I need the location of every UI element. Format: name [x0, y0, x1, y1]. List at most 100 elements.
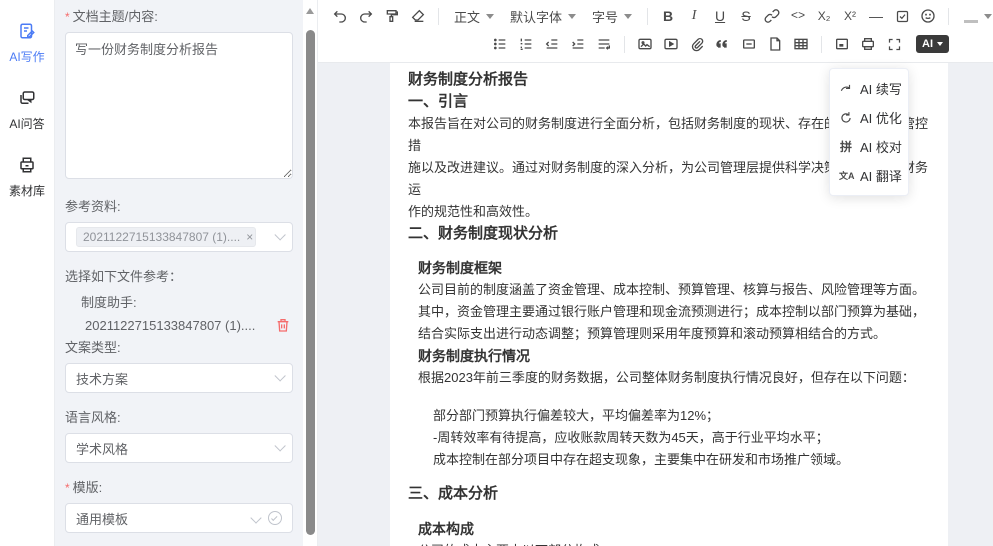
- doc-block-h2: 成本构成: [408, 518, 932, 540]
- reference-label: 参考资料:: [65, 196, 293, 215]
- menu-item-ai-proofread[interactable]: 拼 AI 校对: [830, 132, 908, 161]
- doc-block-p2: 公司目前的制度涵盖了资金管理、成本控制、预算管理、核算与报告、风险管理等方面。其…: [408, 279, 932, 345]
- undo-button[interactable]: [328, 4, 352, 28]
- eraser-button[interactable]: [406, 4, 430, 28]
- bold-button[interactable]: B: [656, 4, 680, 28]
- doc-line: 二、财务制度现状分析: [408, 223, 932, 245]
- doc-block-li: 部分部门预算执行偏差较大，平均偏差率为12%；: [408, 405, 932, 427]
- snippet-button[interactable]: [763, 32, 787, 56]
- toolbar-separator: [438, 8, 439, 25]
- nav-rail: AI写作 AI问答 素材库: [0, 0, 55, 546]
- doc-edit-icon: [18, 22, 36, 45]
- scroll-up-icon[interactable]: [306, 8, 314, 14]
- subscript-button[interactable]: X₂: [812, 4, 836, 28]
- font-family-select[interactable]: 默认字体: [503, 4, 583, 28]
- sidebar-item-label: 素材库: [9, 182, 45, 199]
- chat-icon: [18, 89, 36, 112]
- doc-line: 根据2023年前三季度的财务数据，公司整体财务制度执行情况良好，但存在以下问题：: [418, 367, 932, 389]
- sidebar-item-ai-writing[interactable]: AI写作: [9, 22, 44, 65]
- page-setup-button[interactable]: [830, 32, 854, 56]
- template-select[interactable]: 通用模板: [65, 503, 293, 533]
- toolbar-separator: [948, 8, 949, 25]
- insert-image-button[interactable]: [633, 32, 657, 56]
- chevron-down-icon: [568, 14, 576, 19]
- toolbar-separator: [624, 36, 625, 53]
- sidebar-item-label: AI写作: [9, 48, 44, 65]
- underline-button[interactable]: U: [708, 4, 732, 28]
- trash-icon[interactable]: [275, 317, 291, 333]
- menu-item-ai-continue[interactable]: AI 续写: [830, 74, 908, 103]
- font-size-select[interactable]: 字号: [585, 4, 639, 28]
- doc-block-h2: 财务制度执行情况: [408, 345, 932, 367]
- chevron-down-icon: [274, 440, 285, 451]
- doc-block-h1: 三、成本分析: [408, 483, 932, 505]
- print-button[interactable]: [856, 32, 880, 56]
- continue-icon: [839, 82, 853, 96]
- attachment-button[interactable]: [685, 32, 709, 56]
- indent-button[interactable]: [566, 32, 590, 56]
- chevron-down-icon: [624, 14, 632, 19]
- paragraph-style-select[interactable]: 正文: [447, 4, 501, 28]
- optimize-icon: [839, 111, 853, 125]
- template-label: *模版:: [65, 477, 293, 496]
- language-style-value: 学术风格: [76, 439, 128, 458]
- horizontal-rule-button[interactable]: —: [864, 4, 888, 28]
- highlight-color-button[interactable]: [957, 4, 993, 28]
- chevron-down-icon: [984, 14, 992, 19]
- chevron-down-icon: [937, 42, 943, 46]
- doc-line: 财务制度框架: [418, 257, 932, 279]
- divider-button[interactable]: [737, 32, 761, 56]
- tag-close-icon[interactable]: ×: [246, 230, 253, 244]
- outdent-button[interactable]: [540, 32, 564, 56]
- redo-button[interactable]: [354, 4, 378, 28]
- scrollbar-thumb[interactable]: [306, 30, 315, 535]
- doc-line: 作的规范性和高效性。: [408, 201, 932, 223]
- file-name: 2021122715133847807 (1)....: [85, 318, 275, 333]
- fullscreen-button[interactable]: [882, 32, 906, 56]
- toolbar-row-1: 正文 默认字体 字号 B I U S <> X₂ X² —: [328, 2, 993, 30]
- line-spacing-button[interactable]: [592, 32, 616, 56]
- library-icon: [18, 156, 36, 179]
- template-status-icon: [268, 511, 282, 525]
- ordered-list-button[interactable]: [514, 32, 538, 56]
- file-reference-label: 选择如下文件参考：: [65, 266, 293, 285]
- highlighter-icon: [964, 10, 978, 23]
- doc-line: 公司的成本主要由以下部分构成：: [418, 540, 932, 546]
- menu-item-ai-translate[interactable]: 文A AI 翻译: [830, 161, 908, 190]
- doc-line: 结合实际支出进行动态调整；预算管理则采用年度预算和滚动预算相结合的方式。: [418, 323, 932, 345]
- format-painter-button[interactable]: [380, 4, 404, 28]
- topic-input[interactable]: 写一份财务制度分析报告: [65, 32, 293, 179]
- link-button[interactable]: [760, 4, 784, 28]
- doc-type-value: 技术方案: [76, 369, 128, 388]
- bullet-list-button[interactable]: [488, 32, 512, 56]
- insert-video-button[interactable]: [659, 32, 683, 56]
- file-reference-group-label: 制度助手:: [81, 292, 293, 311]
- italic-button[interactable]: I: [682, 4, 706, 28]
- sidebar-item-ai-qa[interactable]: AI问答: [9, 89, 44, 132]
- doc-line: 成本控制在部分项目中存在超支现象，主要集中在研发和市场推广领域。: [433, 449, 932, 471]
- doc-type-label: 文案类型:: [65, 337, 293, 356]
- inline-code-button[interactable]: <>: [786, 4, 810, 28]
- sidebar-item-label: AI问答: [9, 115, 44, 132]
- language-style-select[interactable]: 学术风格: [65, 433, 293, 463]
- checkbox-button[interactable]: [890, 4, 914, 28]
- menu-item-ai-optimize[interactable]: AI 优化: [830, 103, 908, 132]
- file-reference-row: 2021122715133847807 (1)....: [85, 317, 293, 333]
- superscript-button[interactable]: X²: [838, 4, 862, 28]
- chevron-down-icon: [486, 14, 494, 19]
- sidebar-item-material-library[interactable]: 素材库: [9, 156, 45, 199]
- panel-scrollbar[interactable]: [303, 0, 318, 546]
- insert-table-button[interactable]: [789, 32, 813, 56]
- doc-line: 部分部门预算执行偏差较大，平均偏差率为12%；: [433, 405, 932, 427]
- ai-tools-button[interactable]: AI: [916, 35, 949, 53]
- required-mark: *: [65, 10, 70, 24]
- doc-block-li: 成本控制在部分项目中存在超支现象，主要集中在研发和市场推广领域。: [408, 449, 932, 471]
- strikethrough-button[interactable]: S: [734, 4, 758, 28]
- chevron-down-icon: [274, 370, 285, 381]
- topic-label: *文档主题/内容:: [65, 6, 293, 25]
- reference-select[interactable]: 2021122715133847807 (1).... ×: [65, 222, 293, 252]
- blockquote-button[interactable]: [711, 32, 735, 56]
- chevron-down-icon: [274, 229, 285, 240]
- emoji-button[interactable]: [916, 4, 940, 28]
- doc-type-select[interactable]: 技术方案: [65, 363, 293, 393]
